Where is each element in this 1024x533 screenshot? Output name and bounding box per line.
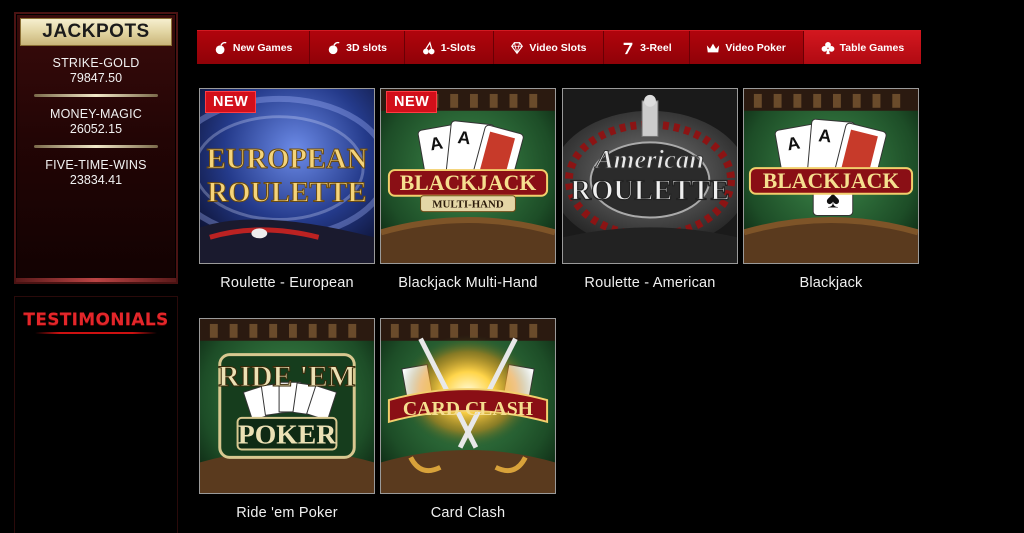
nav-label: 1-Slots	[440, 41, 476, 54]
game-thumbnail[interactable]: EUROPEAN ROULETTE NEW	[199, 88, 375, 264]
card-clash-artwork: CARD CLASH	[381, 319, 555, 493]
art-text: POKER	[238, 419, 337, 450]
roulette-artwork: American ROULETTE	[563, 89, 737, 263]
game-title[interactable]: Roulette - European	[199, 275, 375, 291]
blackjack-artwork: A A ♠ BLACKJACK	[744, 89, 918, 263]
jackpot-entry: STRIKE-GOLD 79847.50	[16, 56, 176, 85]
art-text: American	[594, 144, 704, 174]
jackpot-amount: 26052.15	[69, 122, 123, 136]
testimonials-panel: TESTIMONIALS	[14, 296, 178, 533]
nav-3-reel[interactable]: 3-Reel	[604, 31, 690, 64]
game-card[interactable]: RIDE 'EM POKER Ride 'em Poker	[199, 318, 375, 521]
jackpot-entry: FIVE-TIME-WINS 23834.41	[16, 158, 176, 187]
jackpot-entry: MONEY-MAGIC 26052.15	[16, 107, 176, 136]
art-text: EUROPEAN	[207, 143, 368, 175]
game-title[interactable]: Blackjack Multi-Hand	[380, 275, 556, 291]
nav-label: New Games	[232, 41, 293, 54]
cherries-icon	[422, 40, 435, 54]
nav-label: Table Games	[839, 41, 905, 54]
nav-label: 3D slots	[346, 41, 387, 54]
game-title[interactable]: Card Clash	[380, 505, 556, 521]
nav-label: Video Slots	[529, 41, 587, 54]
game-card[interactable]: A A ♠ BLACKJACK Blackjack	[743, 88, 919, 291]
game-card[interactable]: American ROULETTE Roulette - American	[562, 88, 738, 291]
cherry-icon	[328, 41, 340, 54]
art-text: MULTI-HAND	[432, 199, 504, 211]
poker-artwork: RIDE 'EM POKER	[200, 319, 374, 493]
new-badge: NEW	[205, 91, 257, 113]
game-card[interactable]: CARD CLASH Card Clash	[380, 318, 556, 521]
nav-table-games[interactable]: Table Games	[803, 31, 922, 64]
jackpot-name: STRIKE-GOLD	[52, 56, 140, 70]
crown-icon	[707, 43, 720, 52]
seven-icon	[623, 42, 633, 54]
art-text: RIDE 'EM	[218, 361, 356, 393]
game-thumbnail[interactable]: A A ♠ BLACKJACK	[743, 88, 919, 264]
nav-label: 3-Reel	[640, 41, 672, 54]
nav-3d-slots[interactable]: 3D slots	[310, 31, 405, 64]
game-thumbnail[interactable]: American ROULETTE	[562, 88, 738, 264]
divider	[35, 332, 157, 334]
nav-new-games[interactable]: New Games	[197, 31, 311, 64]
game-thumbnail[interactable]: RIDE 'EM POKER	[199, 318, 375, 494]
blackjack-artwork: A A BLACKJACK MULTI-HAND	[381, 89, 555, 263]
roulette-artwork: EUROPEAN ROULETTE	[200, 89, 374, 263]
game-card[interactable]: EUROPEAN ROULETTE NEW Roulette - Europea…	[199, 88, 375, 291]
art-text: ROULETTE	[207, 177, 366, 209]
art-text: BLACKJACK	[763, 169, 900, 193]
nav-label: Video Poker	[725, 41, 786, 54]
art-text: BLACKJACK	[400, 171, 537, 195]
diamond-icon	[511, 41, 524, 54]
nav-video-poker[interactable]: Video Poker	[690, 31, 804, 64]
new-badge: NEW	[386, 91, 438, 113]
nav-video-slots[interactable]: Video Slots	[494, 31, 605, 64]
jackpot-amount: 79847.50	[69, 71, 123, 85]
art-text: CARD CLASH	[403, 398, 534, 420]
game-category-nav: New Games 3D slots 1-Slots Video Slots 3…	[197, 30, 922, 64]
divider	[34, 145, 158, 148]
games-grid: EUROPEAN ROULETTE NEW Roulette - Europea…	[199, 88, 921, 528]
jackpots-panel: JACKPOTS STRIKE-GOLD 79847.50 MONEY-MAGI…	[14, 12, 178, 284]
testimonials-title[interactable]: TESTIMONIALS	[15, 310, 177, 330]
game-title[interactable]: Roulette - American	[562, 275, 738, 291]
nav-1-slots[interactable]: 1-Slots	[405, 31, 494, 64]
art-text: ROULETTE	[570, 175, 729, 207]
jackpot-name: FIVE-TIME-WINS	[45, 158, 147, 172]
game-title[interactable]: Ride 'em Poker	[199, 505, 375, 521]
divider	[34, 94, 158, 97]
game-title[interactable]: Blackjack	[743, 275, 919, 291]
svg-text:A: A	[818, 125, 833, 146]
jackpot-name: MONEY-MAGIC	[49, 107, 143, 121]
game-thumbnail[interactable]: CARD CLASH	[380, 318, 556, 494]
jackpots-title: JACKPOTS	[20, 18, 172, 46]
cherry-icon	[215, 41, 227, 54]
svg-text:A: A	[457, 127, 472, 148]
club-icon	[821, 41, 834, 54]
jackpot-amount: 23834.41	[69, 173, 123, 187]
game-card[interactable]: A A BLACKJACK MULTI-HAND NEW Blackjack M…	[380, 88, 556, 291]
game-thumbnail[interactable]: A A BLACKJACK MULTI-HAND NEW	[380, 88, 556, 264]
